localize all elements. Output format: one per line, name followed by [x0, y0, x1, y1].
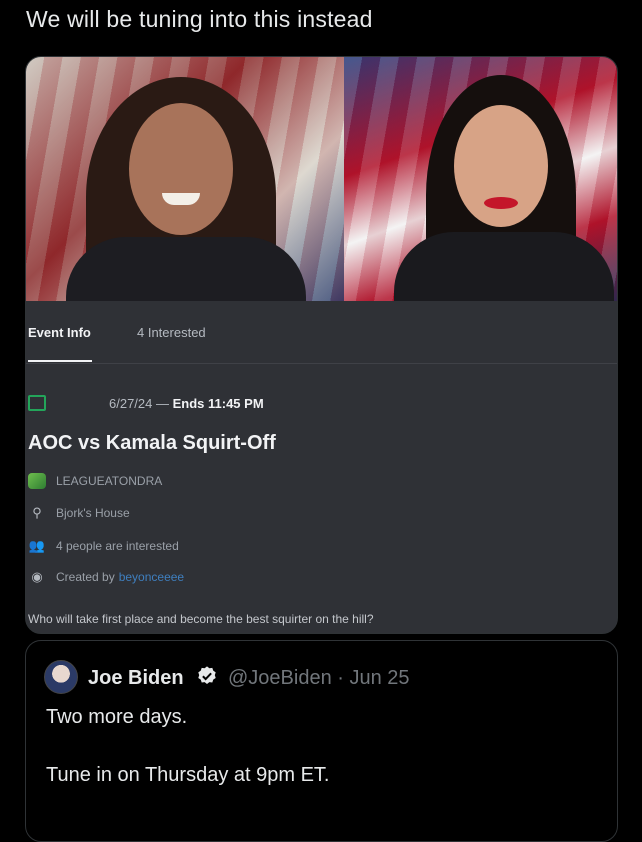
location-text: Bjork's House — [56, 506, 130, 520]
people-icon: 👥 — [28, 538, 46, 553]
avatar[interactable] — [44, 660, 78, 694]
event-title: AOC vs Kamala Squirt-Off — [28, 432, 276, 454]
server-icon — [28, 473, 46, 489]
interested-text: 4 people are interested — [56, 539, 179, 553]
tab-event-info[interactable]: Event Info — [28, 325, 91, 340]
interested-row: 👥 4 people are interested — [28, 538, 179, 554]
event-start-date: 6/27/24 — [109, 396, 153, 411]
event-date: 6/27/24 — Ends 11:45 PM — [109, 396, 264, 411]
tab-interested[interactable]: 4 Interested — [137, 325, 206, 340]
event-screenshot-media[interactable]: Event Info 4 Interested 6/27/24 — Ends 1… — [25, 56, 618, 634]
right-portrait-photo — [344, 57, 617, 301]
calendar-icon — [28, 395, 46, 411]
creator-row: ◉ Created by beyonceeee — [28, 569, 184, 585]
event-end-time: Ends 11:45 PM — [172, 396, 264, 411]
event-description: Who will take first place and become the… — [28, 612, 374, 626]
tweet-text: We will be tuning into this instead — [26, 6, 373, 32]
server-row: LEAGUEATONDRA — [28, 473, 162, 489]
creator-link[interactable]: beyonceeee — [119, 570, 184, 584]
quoted-tweet[interactable]: Joe Biden @JoeBiden · Jun 25 Two more da… — [25, 640, 618, 842]
location-pin-icon: ⚲ — [32, 505, 42, 520]
created-by-label: Created by — [56, 570, 115, 584]
event-cover-image — [26, 57, 617, 301]
date-separator: — — [152, 396, 173, 411]
quoted-handle-date[interactable]: @JoeBiden · Jun 25 — [228, 667, 410, 690]
tab-divider — [26, 363, 617, 364]
verified-badge-icon — [198, 666, 216, 684]
location-row: ⚲ Bjork's House — [28, 505, 130, 521]
creator-avatar-icon: ◉ — [31, 569, 43, 584]
active-tab-indicator — [28, 360, 92, 362]
quoted-display-name[interactable]: Joe Biden — [88, 667, 184, 690]
quoted-text-line1: Two more days. — [46, 706, 188, 728]
quoted-text-line2: Tune in on Thursday at 9pm ET. — [46, 764, 330, 786]
server-name[interactable]: LEAGUEATONDRA — [56, 474, 162, 488]
left-portrait-photo — [26, 57, 344, 301]
